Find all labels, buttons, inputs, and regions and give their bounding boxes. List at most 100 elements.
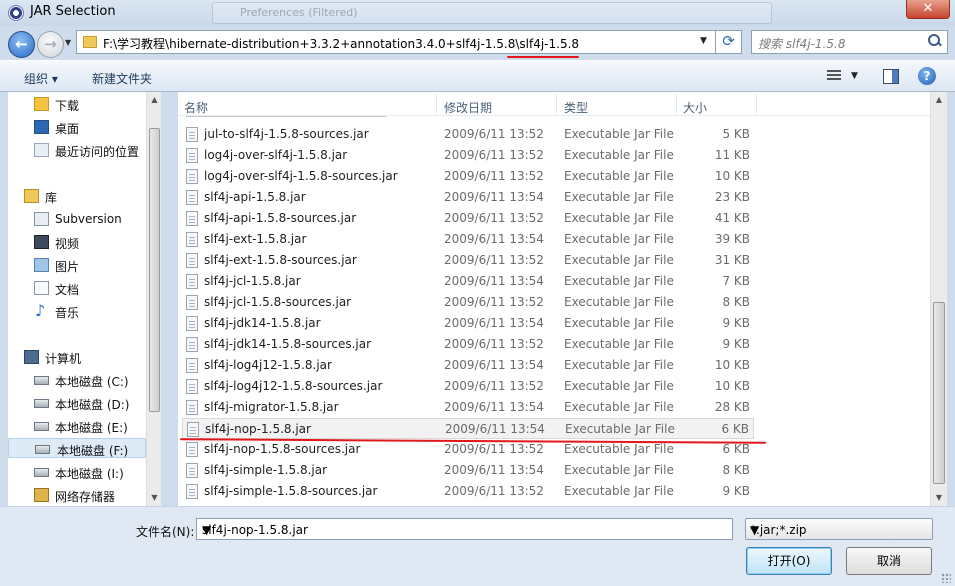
file-list-scroll-thumb[interactable] (933, 302, 945, 484)
column-divider[interactable] (436, 94, 437, 114)
sidebar-item-drive-e[interactable]: 本地磁盘 (E:) (34, 416, 149, 436)
sidebar-item-downloads[interactable]: 下载 (34, 94, 144, 114)
sidebar-item-documents[interactable]: 文档 (34, 278, 144, 298)
file-list-scrollbar-track[interactable]: ▲ ▼ (930, 92, 947, 506)
file-row[interactable]: slf4j-jcl-1.5.8.jar 2009/6/11 13:54 Execut… (182, 271, 754, 292)
column-divider[interactable] (556, 94, 557, 114)
sidebar-item-computer[interactable]: 计算机 (24, 347, 134, 367)
jar-file-icon (186, 295, 198, 310)
file-row[interactable]: slf4j-migrator-1.5.8.jar 2009/6/11 13:54 E… (182, 397, 754, 418)
column-header-row: ^ 名称 修改日期 类型 大小 (178, 92, 930, 116)
sidebar-item-videos[interactable]: 视频 (34, 232, 144, 252)
file-row[interactable]: slf4j-ext-1.5.8.jar 2009/6/11 13:54 Execut… (182, 229, 754, 250)
jar-file-icon (186, 484, 198, 499)
back-button[interactable]: ← (8, 31, 35, 58)
search-box[interactable]: 搜索 slf4j-1.5.8 (751, 30, 948, 54)
column-header-date[interactable]: 修改日期 (444, 99, 492, 116)
sidebar-item-music[interactable]: 音乐 (34, 301, 144, 321)
file-type: Executable Jar File (564, 190, 674, 204)
column-header-name[interactable]: 名称 (184, 99, 208, 116)
sidebar-scrollbar[interactable]: ▲ ▼ (146, 92, 161, 506)
scroll-up-icon[interactable]: ▲ (147, 92, 161, 108)
file-row[interactable]: slf4j-jdk14-1.5.8-sources.jar 2009/6/11 1… (182, 334, 754, 355)
file-row[interactable]: log4j-over-slf4j-1.5.8.jar 2009/6/11 13:5… (182, 145, 754, 166)
new-folder-button[interactable]: 新建文件夹 (92, 70, 152, 87)
file-row[interactable]: slf4j-log4j12-1.5.8-sources.jar 2009/6/11… (182, 376, 754, 397)
file-name: jul-to-slf4j-1.5.8-sources.jar (204, 127, 369, 141)
file-row[interactable]: slf4j-simple-1.5.8.jar 2009/6/11 13:54 Exe… (182, 460, 754, 481)
file-name: slf4j-simple-1.5.8.jar (204, 463, 328, 477)
file-size: 10 KB (714, 358, 750, 372)
address-bar[interactable]: F:\学习教程\hibernate-distribution+3.3.2+ann… (76, 30, 716, 54)
filename-dropdown-icon[interactable]: ▼ (202, 523, 728, 537)
jar-file-icon (186, 337, 198, 352)
organize-menu[interactable]: 组织 ▾ (24, 70, 58, 87)
file-row[interactable]: slf4j-log4j12-1.5.8.jar 2009/6/11 13:54 Ex… (182, 355, 754, 376)
file-date: 2009/6/11 13:52 (444, 127, 544, 141)
sidebar-item-network-storage[interactable]: 网络存储器 (34, 485, 149, 505)
help-icon[interactable]: ? (918, 67, 936, 85)
search-input[interactable]: 搜索 slf4j-1.5.8 (758, 35, 845, 52)
file-date: 2009/6/11 13:54 (444, 232, 544, 246)
column-header-size[interactable]: 大小 (683, 99, 707, 116)
dialog-footer: 文件名(N): slf4j-nop-1.5.8.jar ▼ *.jar;*.zi… (0, 506, 955, 586)
scroll-up-icon[interactable]: ▲ (931, 92, 947, 108)
sidebar-item-drive-i[interactable]: 本地磁盘 (I:) (34, 462, 149, 482)
column-divider[interactable] (676, 94, 677, 114)
file-row[interactable]: log4j-over-slf4j-1.5.8-sources.jar 2009/6… (182, 166, 754, 187)
file-row[interactable]: slf4j-ext-1.5.8-sources.jar 2009/6/11 13:… (182, 250, 754, 271)
file-row[interactable]: slf4j-jdk14-1.5.8.jar 2009/6/11 13:54 Exec… (182, 313, 754, 334)
refresh-button[interactable]: ⟳ (716, 30, 742, 54)
sidebar-item-label: 本地磁盘 (I:) (55, 467, 124, 481)
file-row[interactable]: slf4j-simple-1.5.8-sources.jar 2009/6/11 … (182, 481, 754, 502)
file-name: slf4j-jcl-1.5.8-sources.jar (204, 295, 352, 309)
pictures-icon (34, 258, 49, 272)
search-icon[interactable] (928, 34, 942, 48)
file-row[interactable]: slf4j-api-1.5.8-sources.jar 2009/6/11 13:… (182, 208, 754, 229)
drive-c-icon (34, 376, 49, 385)
sidebar-item-drive-f[interactable]: 本地磁盘 (F:) (8, 438, 146, 458)
documents-icon (34, 281, 49, 295)
file-row[interactable]: slf4j-jcl-1.5.8-sources.jar 2009/6/11 13:… (182, 292, 754, 313)
history-dropdown-icon[interactable]: ▼ (65, 38, 71, 47)
sidebar-item-libraries[interactable]: 库 (24, 186, 134, 206)
file-row[interactable]: jul-to-slf4j-1.5.8-sources.jar 2009/6/11 … (182, 124, 754, 145)
scroll-down-icon[interactable]: ▼ (147, 490, 161, 506)
address-dropdown-icon[interactable]: ▼ (700, 36, 707, 46)
sidebar-item-pictures[interactable]: 图片 (34, 255, 144, 275)
cancel-button[interactable]: 取消 (846, 547, 932, 575)
filename-field[interactable]: slf4j-nop-1.5.8.jar ▼ (196, 518, 733, 540)
forward-button[interactable]: → (37, 31, 64, 58)
recent-places-icon (34, 143, 49, 157)
scroll-down-icon[interactable]: ▼ (931, 490, 947, 506)
file-name: slf4j-log4j12-1.5.8-sources.jar (204, 379, 383, 393)
network-storage-icon (34, 488, 49, 502)
sidebar-scroll-thumb[interactable] (149, 128, 160, 412)
view-options-icon[interactable] (827, 70, 841, 82)
file-name: slf4j-simple-1.5.8-sources.jar (204, 484, 378, 498)
view-dropdown-icon[interactable]: ▼ (851, 71, 858, 81)
sidebar-item-drive-d[interactable]: 本地磁盘 (D:) (34, 393, 149, 413)
resize-grip-icon[interactable] (941, 573, 951, 583)
sidebar-item-desktop[interactable]: 桌面 (34, 117, 144, 137)
open-button[interactable]: 打开(O) (746, 547, 832, 575)
filter-dropdown-icon[interactable]: ▼ (750, 523, 928, 537)
sort-ascending-icon: ^ (302, 92, 310, 99)
file-date: 2009/6/11 13:52 (444, 484, 544, 498)
sidebar-item-subversion[interactable]: Subversion (34, 209, 144, 229)
close-button[interactable]: ✕ (906, 0, 950, 19)
file-type-filter[interactable]: *.jar;*.zip ▼ (745, 518, 933, 540)
sidebar-item-label: 桌面 (55, 122, 80, 136)
sidebar-item-recent[interactable]: 最近访问的位置 (34, 140, 159, 160)
file-row[interactable]: slf4j-nop-1.5.8.jar 2009/6/11 13:54 Execut… (182, 418, 754, 439)
column-divider[interactable] (756, 94, 757, 114)
preview-pane-icon[interactable] (883, 69, 899, 84)
sidebar-item-label: 本地磁盘 (F:) (57, 444, 129, 458)
file-row[interactable]: slf4j-api-1.5.8.jar 2009/6/11 13:54 Execut… (182, 187, 754, 208)
file-name: slf4j-log4j12-1.5.8.jar (204, 358, 332, 372)
sidebar-item-drive-c[interactable]: 本地磁盘 (C:) (34, 370, 149, 390)
address-path[interactable]: F:\学习教程\hibernate-distribution+3.3.2+ann… (103, 35, 579, 52)
column-header-type[interactable]: 类型 (564, 99, 588, 116)
file-name: slf4j-jdk14-1.5.8-sources.jar (204, 337, 372, 351)
sidebar-item-label: 库 (45, 191, 58, 205)
